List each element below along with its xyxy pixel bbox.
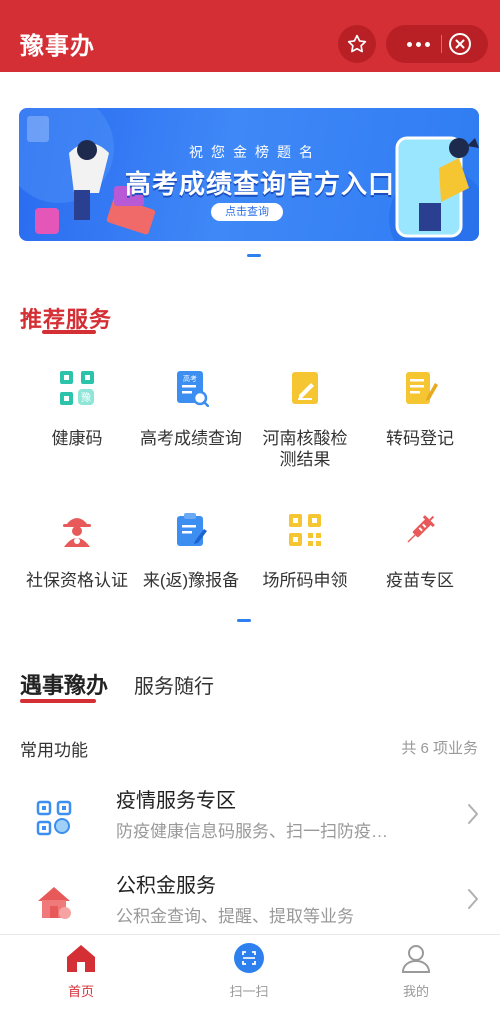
chevron-right-icon [468,804,478,824]
return-report-icon [171,510,211,550]
banner-query-button[interactable]: 点击查询 [211,203,283,221]
chevron-right-icon [468,889,478,909]
exam-score-banner[interactable]: 祝您金榜题名 高考成绩查询官方入口 点击查询 [19,108,479,241]
common-functions-label: 常用功能 [20,741,88,760]
business-count: 共 6 项业务 [401,740,478,757]
banner-subtitle: 祝您金榜题名 [189,144,321,160]
capsule-divider [441,35,442,53]
tabbar-label: 我的 [402,984,429,999]
tabbar-label: 首页 [67,984,94,999]
list-item-title: 疫情服务专区 [116,790,236,812]
health-code-icon: 豫 [57,368,97,408]
social-security-icon [57,510,97,550]
vaccine-icon [400,510,440,550]
service-label: 场所码申领 [262,571,348,590]
section-underline [42,330,96,334]
transcode-register-icon [400,368,440,408]
service-label: 疫苗专区 [386,571,454,590]
tab-yushi-yuban[interactable]: 遇事豫办 [20,668,108,700]
tab-service-companion[interactable]: 服务随行 [134,670,214,699]
housing-fund-icon [34,883,74,923]
miniapp-capsule [386,25,488,63]
list-item-title: 公积金服务 [116,875,216,897]
bottom-tab-bar: 首页 扫一扫 我的 [0,934,500,1013]
service-label: 健康码 [51,429,103,448]
banner-carousel-indicator [247,254,261,257]
more-button[interactable] [398,25,438,63]
list-item-description: 公积金查询、提醒、提取等业务 [116,907,354,926]
svg-text:豫: 豫 [81,391,91,404]
top-bar: 豫事办 [0,0,500,72]
star-icon [347,34,367,53]
svg-text:高考: 高考 [183,374,197,383]
home-icon [65,942,97,974]
service-label: 河南核酸检测结果 [262,429,348,469]
more-dot-icon [424,41,430,47]
tabbar-item-scan[interactable]: 扫一扫 [189,935,309,1013]
venue-code-icon [285,510,325,550]
favorite-button[interactable] [338,25,376,63]
nucleic-result-icon [285,368,325,408]
more-dot-icon [415,41,421,47]
active-tab-underline [20,699,96,703]
scan-icon [233,942,265,974]
list-item-epidemic-service[interactable]: 疫情服务专区 防疫健康信息码服务、扫一扫防疫… [0,784,500,860]
exam-score-icon: 高考 [171,368,211,408]
tabbar-item-profile[interactable]: 我的 [356,935,476,1013]
service-label: 高考成绩查询 [140,429,242,448]
service-grid-page-indicator [237,619,251,622]
banner-title: 高考成绩查询官方入口 [124,169,395,199]
more-dot-icon [406,41,412,47]
app-title: 豫事办 [20,33,95,60]
service-label: 转码登记 [386,429,454,448]
tabbar-item-home[interactable]: 首页 [21,935,141,1013]
profile-icon [400,942,432,974]
close-icon[interactable] [448,32,472,56]
service-label: 社保资格认证 [26,571,128,590]
epidemic-service-icon [34,798,74,838]
tabbar-label: 扫一扫 [229,984,269,999]
list-item-description: 防疫健康信息码服务、扫一扫防疫… [116,822,388,841]
service-label: 来(返)豫报备 [142,571,240,590]
